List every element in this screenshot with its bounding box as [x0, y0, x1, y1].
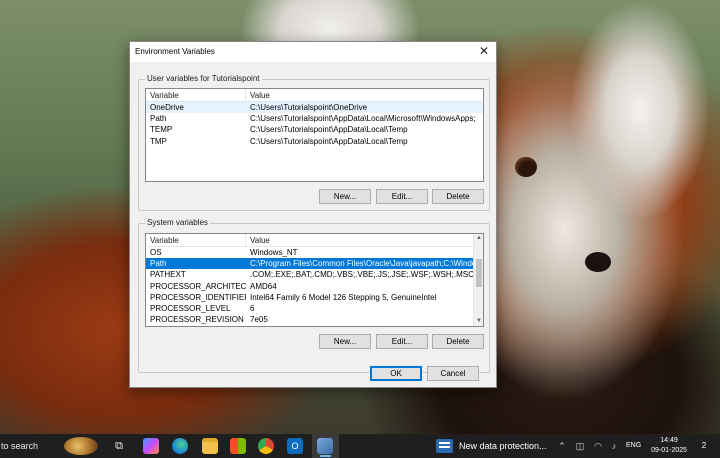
ok-button[interactable]: OK [370, 366, 422, 381]
file-explorer-icon[interactable] [202, 438, 218, 454]
variable-value: C:\Users\Tutorialspoint\AppData\Local\Te… [250, 136, 408, 146]
table-row[interactable]: OS Windows_NT [146, 247, 473, 258]
copilot-icon[interactable] [143, 438, 159, 454]
store-icon[interactable] [230, 438, 246, 454]
speaker-icon[interactable]: ♪ [607, 438, 621, 454]
dialog-title: Environment Variables [135, 47, 215, 56]
user-variables-label: User variables for Tutorialspoint [145, 74, 262, 83]
table-row[interactable]: TMP C:\Users\Tutorialspoint\AppData\Loca… [146, 136, 483, 147]
variable-name: PROCESSOR_IDENTIFIER [150, 292, 246, 302]
close-icon[interactable]: ✕ [475, 43, 493, 60]
table-row[interactable]: PROCESSOR_ARCHITECTURE AMD64 [146, 281, 473, 292]
variable-name: TEMP [150, 125, 173, 135]
dialog-titlebar[interactable]: Environment Variables ✕ [130, 42, 496, 62]
edge-icon[interactable] [172, 438, 188, 454]
search-placeholder: to search [1, 441, 39, 451]
variable-name: OS [150, 248, 162, 257]
variable-name: TMP [150, 136, 167, 146]
variable-value: C:\Users\Tutorialspoint\AppData\Local\Te… [250, 125, 408, 135]
user-variables-group: User variables for Tutorialspoint Variab… [138, 74, 490, 211]
news-icon[interactable] [436, 439, 453, 453]
red-panda-eye [515, 157, 537, 177]
wifi-icon[interactable]: ◠ [591, 438, 605, 454]
table-row-selected[interactable]: Path C:\Program Files\Common Files\Oracl… [146, 258, 473, 270]
chrome-icon[interactable] [258, 438, 274, 454]
chevron-up-icon[interactable]: ⌃ [556, 438, 568, 454]
table-row[interactable]: OneDrive C:\Users\Tutorialspoint\OneDriv… [146, 102, 483, 114]
red-panda-nose [585, 252, 611, 272]
system-list-scrollbar[interactable]: ▲ ▼ [473, 234, 483, 326]
task-view-icon[interactable]: ⧉ [111, 438, 127, 454]
column-header-value[interactable]: Value [246, 234, 270, 246]
variable-name: PROCESSOR_REVISION [150, 315, 244, 325]
search-highlight-icon[interactable] [64, 437, 98, 455]
notification-count: 2 [701, 441, 707, 450]
taskbar: to search ⧉ O New data protection... ⌃ ◫… [0, 434, 720, 458]
environment-variables-dialog: Environment Variables ✕ User variables f… [129, 41, 497, 388]
notification-bell-icon[interactable]: 2 [697, 439, 711, 453]
active-indicator [320, 455, 331, 457]
user-edit-button[interactable]: Edit... [376, 189, 428, 204]
variable-value: AMD64 [250, 281, 277, 291]
control-panel-icon[interactable] [317, 438, 333, 454]
news-widget-text[interactable]: New data protection... [459, 434, 547, 458]
system-delete-button[interactable]: Delete [432, 334, 484, 349]
user-variables-list[interactable]: Variable Value OneDrive C:\Users\Tutoria… [145, 88, 484, 182]
taskbar-clock[interactable]: 14:49 09-01-2025 [649, 436, 689, 456]
variable-value: C:\Users\Tutorialspoint\AppData\Local\Mi… [250, 114, 476, 124]
table-row[interactable]: PATHEXT .COM;.EXE;.BAT;.CMD;.VBS;.VBE;.J… [146, 269, 473, 280]
system-variables-label: System variables [145, 218, 210, 227]
scroll-up-icon[interactable]: ▲ [474, 234, 483, 243]
variable-value: 6 [250, 303, 255, 313]
system-variables-group: System variables Variable Value OS Windo… [138, 218, 490, 373]
variable-value: C:\Program Files\Common Files\Oracle\Jav… [250, 259, 473, 269]
scrollbar-thumb[interactable] [476, 259, 482, 287]
column-header-variable[interactable]: Variable [146, 89, 246, 101]
table-row[interactable]: PROCESSOR_REVISION 7e05 [146, 314, 473, 325]
list-header: Variable Value [146, 89, 483, 102]
language-indicator[interactable]: ENG [626, 434, 641, 458]
variable-value: C:\Users\Tutorialspoint\OneDrive [250, 103, 368, 112]
variable-value: 7e05 [250, 315, 268, 325]
variable-value: Windows_NT [250, 248, 298, 257]
variable-name: OneDrive [150, 103, 184, 112]
tray-app-icon[interactable]: ◫ [573, 438, 587, 454]
variable-name: Path [150, 114, 167, 124]
variable-value: .COM;.EXE;.BAT;.CMD;.VBS;.VBE;.JS;.JSE;.… [250, 270, 473, 280]
user-delete-button[interactable]: Delete [432, 189, 484, 204]
variable-name: Path [150, 259, 167, 269]
variable-name: PATHEXT [150, 270, 186, 280]
system-new-button[interactable]: New... [319, 334, 371, 349]
column-header-value[interactable]: Value [246, 89, 270, 101]
clock-time: 14:49 [660, 437, 678, 444]
system-variables-list[interactable]: Variable Value OS Windows_NT Path C:\Pro… [145, 233, 484, 327]
column-header-variable[interactable]: Variable [146, 234, 246, 246]
user-new-button[interactable]: New... [319, 189, 371, 204]
outlook-icon[interactable]: O [287, 438, 303, 454]
scroll-down-icon[interactable]: ▼ [474, 317, 483, 326]
clock-date: 09-01-2025 [651, 447, 687, 454]
variable-name: PROCESSOR_ARCHITECTURE [150, 281, 246, 291]
variable-value: Intel64 Family 6 Model 126 Stepping 5, G… [250, 292, 437, 302]
table-row[interactable]: Path C:\Users\Tutorialspoint\AppData\Loc… [146, 113, 483, 124]
variable-name: PROCESSOR_LEVEL [150, 303, 231, 313]
list-header: Variable Value [146, 234, 483, 247]
table-row[interactable]: PROCESSOR_LEVEL 6 [146, 303, 473, 314]
system-edit-button[interactable]: Edit... [376, 334, 428, 349]
cancel-button[interactable]: Cancel [427, 366, 479, 381]
table-row[interactable]: PROCESSOR_IDENTIFIER Intel64 Family 6 Mo… [146, 292, 473, 303]
table-row[interactable]: TEMP C:\Users\Tutorialspoint\AppData\Loc… [146, 124, 483, 135]
